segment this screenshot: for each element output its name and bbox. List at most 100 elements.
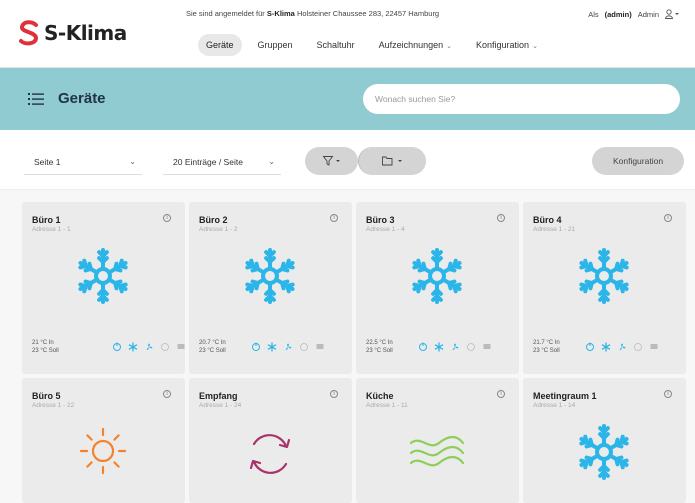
power-icon[interactable] [251,342,261,352]
device-name: Büro 1 [32,215,61,225]
toolbar: Seite 1 ⌄ 20 Einträge / Seite ⌄ Konfigur… [0,130,695,190]
device-grid: Büro 1 Adresse 1 - 1 i 21 °C In 23 °C So… [0,190,695,503]
temp-set: 23 °C Soll [199,348,226,354]
snowflake-icon [579,248,629,304]
message-icon[interactable] [315,342,325,352]
status-icons [418,342,492,352]
info-small-icon[interactable] [299,342,309,352]
fan-icon[interactable] [144,342,154,352]
device-card[interactable]: Büro 2 Adresse 1 - 2 i 20.7 °C In 23 °C … [189,202,352,374]
main-nav: Geräte Gruppen Schaltuhr Aufzeichnungen ⌄… [198,34,546,56]
snowflake-icon [245,248,295,304]
device-address: Adresse 1 - 21 [533,226,576,233]
user-name: Admin [637,9,659,19]
temp-in: 22.5 °C In [366,340,393,346]
device-address: Adresse 1 - 22 [32,402,75,409]
device-card[interactable]: Büro 5 Adresse 1 - 22 i [22,378,185,503]
per-page-select[interactable]: 20 Einträge / Seite ⌄ [163,149,281,175]
device-address: Adresse 1 - 11 [366,402,408,409]
page-select[interactable]: Seite 1 ⌄ [24,149,142,175]
cooling-mode-icon[interactable] [267,342,277,352]
device-name: Empfang [199,391,238,401]
device-address: Adresse 1 - 4 [366,226,405,233]
brand-logo[interactable]: S-Klima [18,20,127,46]
folder-icon [381,156,402,166]
chevron-down-icon: ⌄ [532,43,538,50]
device-name: Küche [366,391,394,401]
fan-icon[interactable] [450,342,460,352]
device-address: Adresse 1 - 2 [199,226,238,233]
status-icons [585,342,659,352]
search-input[interactable]: Wonach suchen Sie? [363,84,680,114]
device-address: Adresse 1 - 24 [199,402,242,409]
info-icon[interactable]: i [330,214,338,222]
chevron-down-icon: ⌄ [129,157,136,166]
device-card[interactable]: Küche Adresse 1 - 11 i [356,378,519,503]
brand-name: S-Klima [44,21,127,45]
status-icons [112,342,186,352]
device-name: Büro 3 [366,215,395,225]
top-header: S-Klima Sie sind angemeldet für S-Klima … [0,0,695,68]
filter-button[interactable] [305,147,358,175]
device-card[interactable]: Büro 4 Adresse 1 - 21 i 21.7 °C In 23 °C… [523,202,686,374]
user-info[interactable]: Als (admin) Admin [588,9,679,19]
power-icon[interactable] [112,342,122,352]
cooling-mode-icon[interactable] [128,342,138,352]
fan-icon[interactable] [617,342,627,352]
info-icon[interactable]: i [497,214,505,222]
nav-aufzeichnungen[interactable]: Aufzeichnungen ⌄ [371,34,460,56]
device-name: Büro 5 [32,391,61,401]
device-address: Adresse 1 - 14 [533,402,576,409]
device-address: Adresse 1 - 1 [32,226,71,233]
user-icon[interactable] [665,9,679,19]
info-icon[interactable]: i [664,214,672,222]
power-icon[interactable] [585,342,595,352]
info-icon[interactable]: i [664,390,672,398]
device-card[interactable]: Empfang Adresse 1 - 24 i [189,378,352,503]
ventilation-wave-icon [409,435,465,467]
temp-in: 21 °C In [32,340,54,346]
chevron-down-icon: ⌄ [268,157,275,166]
device-name: Meetingraum 1 [533,391,597,401]
nav-schaltuhr[interactable]: Schaltuhr [309,34,363,56]
page-title-band: Geräte Wonach suchen Sie? [0,68,695,130]
configuration-button[interactable]: Konfiguration [592,147,684,175]
snowflake-icon [78,248,128,304]
device-name: Büro 2 [199,215,228,225]
device-card[interactable]: Meetingraum 1 Adresse 1 - 14 i [523,378,686,503]
info-icon[interactable]: i [497,390,505,398]
snowflake-icon [412,248,462,304]
fan-icon[interactable] [283,342,293,352]
power-icon[interactable] [418,342,428,352]
message-icon[interactable] [176,342,186,352]
nav-geraete[interactable]: Geräte [198,34,242,56]
cooling-mode-icon[interactable] [434,342,444,352]
s-logo-icon [19,20,39,46]
cooling-mode-icon[interactable] [601,342,611,352]
message-icon[interactable] [649,342,659,352]
info-small-icon[interactable] [633,342,643,352]
folder-button[interactable] [358,147,426,175]
message-icon[interactable] [482,342,492,352]
cycle-icon [249,434,291,474]
info-icon[interactable]: i [330,390,338,398]
temp-in: 21.7 °C In [533,340,560,346]
info-small-icon[interactable] [160,342,170,352]
chevron-down-icon: ⌄ [446,43,453,50]
temp-set: 23 °C Soll [366,348,393,354]
filter-icon [322,156,340,166]
login-info: Sie sind angemeldet für S-Klima Holstein… [186,9,440,18]
temp-set: 23 °C Soll [32,348,59,354]
nav-gruppen[interactable]: Gruppen [250,34,301,56]
device-card[interactable]: Büro 1 Adresse 1 - 1 i 21 °C In 23 °C So… [22,202,185,374]
list-menu-icon[interactable] [28,92,44,106]
info-icon[interactable]: i [163,214,171,222]
snowflake-icon [579,424,629,480]
nav-konfiguration[interactable]: Konfiguration ⌄ [468,34,546,56]
info-small-icon[interactable] [466,342,476,352]
page-title: Geräte [58,90,106,107]
device-card[interactable]: Büro 3 Adresse 1 - 4 i 22.5 °C In 23 °C … [356,202,519,374]
temp-set: 23 °C Soll [533,348,560,354]
status-icons [251,342,325,352]
info-icon[interactable]: i [163,390,171,398]
